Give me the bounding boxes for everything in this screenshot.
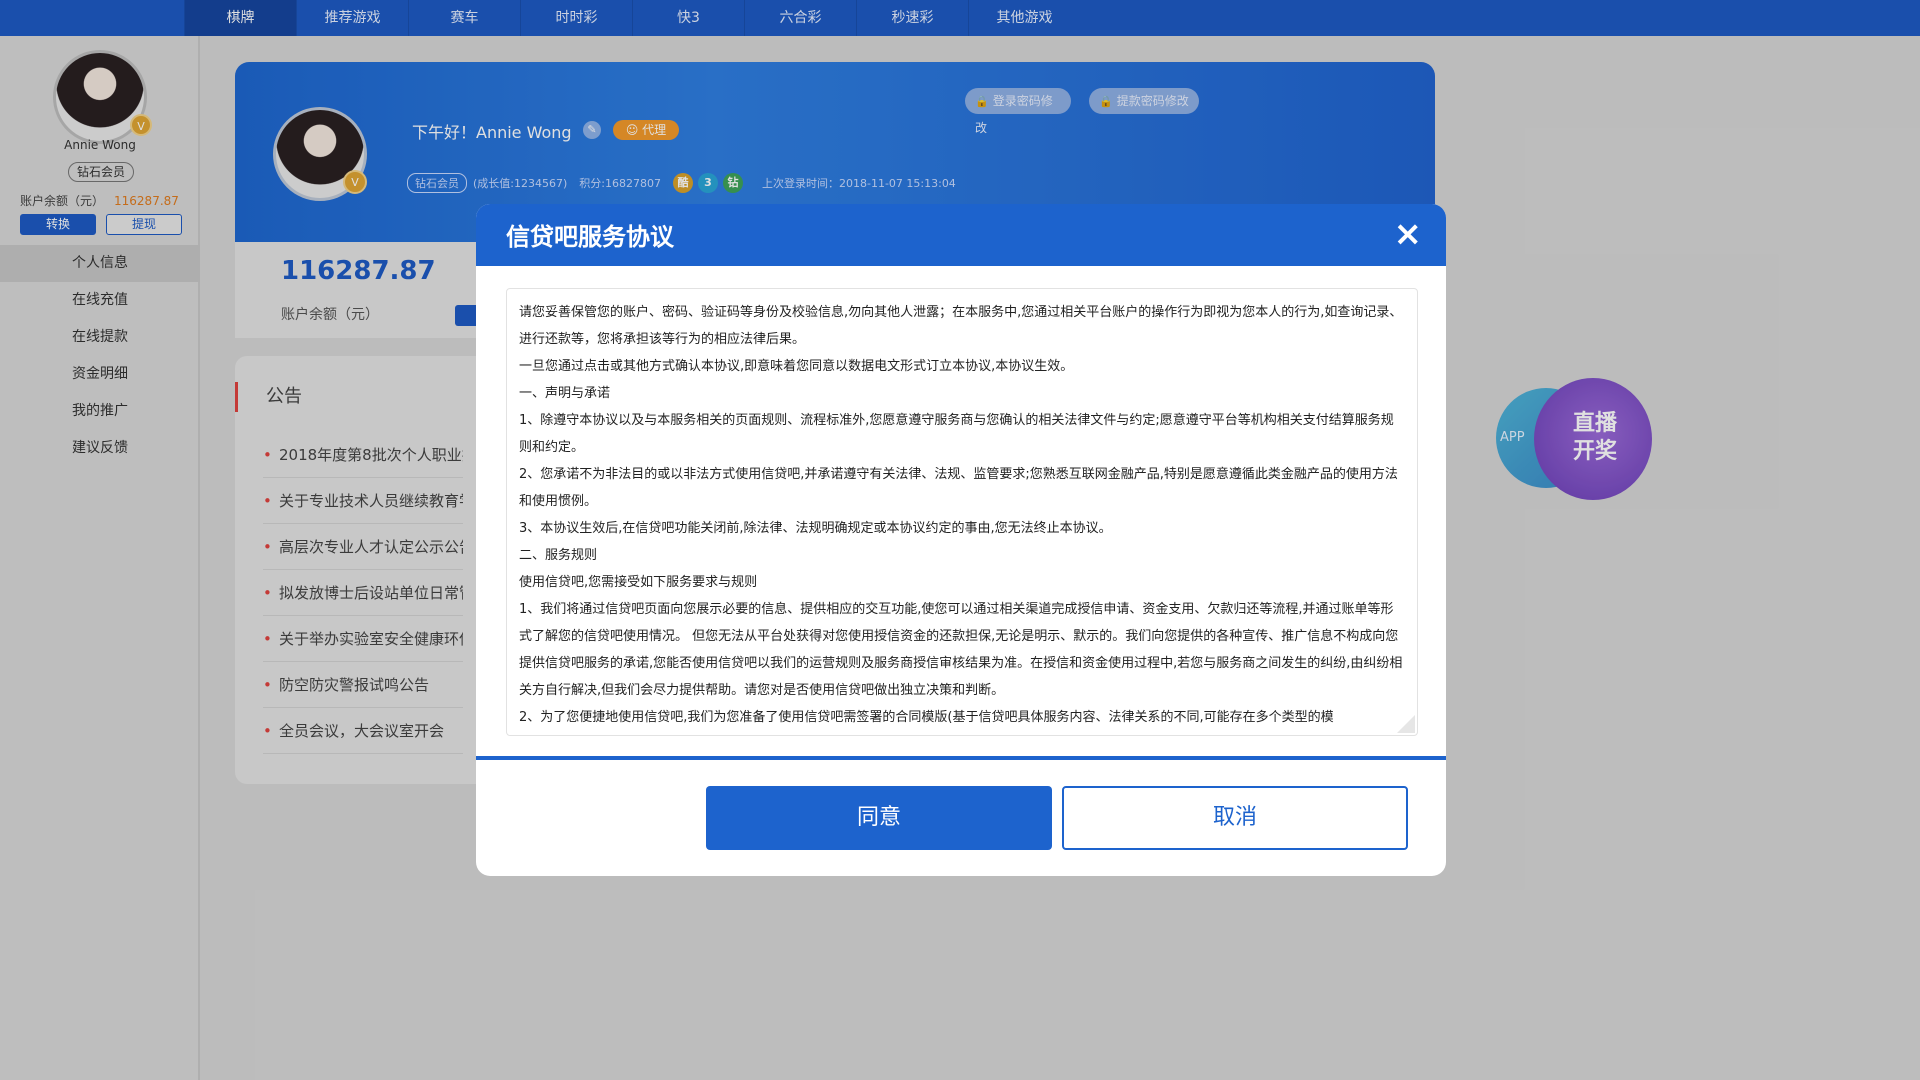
agreement-modal: 信贷吧服务协议 × 请您妥善保管您的账户、密码、验证码等身份及校验信息,勿向其他… bbox=[476, 204, 1446, 876]
agreement-paragraph: 一旦您通过点击或其他方式确认本协议,即意味着您同意以数据电文形式订立本协议,本协… bbox=[519, 359, 1074, 374]
agreement-paragraph: 3、本协议生效后,在信贷吧功能关闭前,除法律、法规明确规定或本协议约定的事由,您… bbox=[519, 521, 1112, 536]
close-icon[interactable]: × bbox=[1394, 214, 1423, 254]
agree-button[interactable]: 同意 bbox=[706, 786, 1052, 850]
agreement-paragraph: 请您妥善保管您的账户、密码、验证码等身份及校验信息,勿向其他人泄露；在本服务中,… bbox=[519, 305, 1403, 347]
modal-title: 信贷吧服务协议 bbox=[506, 223, 674, 251]
agreement-paragraph: 2、您承诺不为非法目的或以非法方式使用信贷吧,并承诺遵守有关法律、法规、监管要求… bbox=[519, 467, 1398, 509]
agreement-paragraph: 使用信贷吧,您需接受如下服务要求与规则 bbox=[519, 575, 758, 590]
agreement-paragraph: 2、为了您便捷地使用信贷吧,我们为您准备了使用信贷吧需签署的合同模版(基于信贷吧… bbox=[519, 710, 1334, 725]
agreement-paragraph: 1、我们将通过信贷吧页面向您展示必要的信息、提供相应的交互功能,使您可以通过相关… bbox=[519, 602, 1403, 698]
agreement-paragraph: 二、服务规则 bbox=[519, 548, 598, 563]
agreement-textarea[interactable]: 请您妥善保管您的账户、密码、验证码等身份及校验信息,勿向其他人泄露；在本服务中,… bbox=[506, 288, 1418, 736]
agreement-paragraph: 一、声明与承诺 bbox=[519, 386, 611, 401]
cancel-button[interactable]: 取消 bbox=[1062, 786, 1408, 850]
agreement-paragraph: 1、除遵守本协议以及与本服务相关的页面规则、流程标准外,您愿意遵守服务商与您确认… bbox=[519, 413, 1394, 455]
modal-header: 信贷吧服务协议 × bbox=[476, 204, 1446, 266]
modal-divider bbox=[476, 756, 1446, 760]
resize-handle[interactable] bbox=[1397, 715, 1415, 733]
